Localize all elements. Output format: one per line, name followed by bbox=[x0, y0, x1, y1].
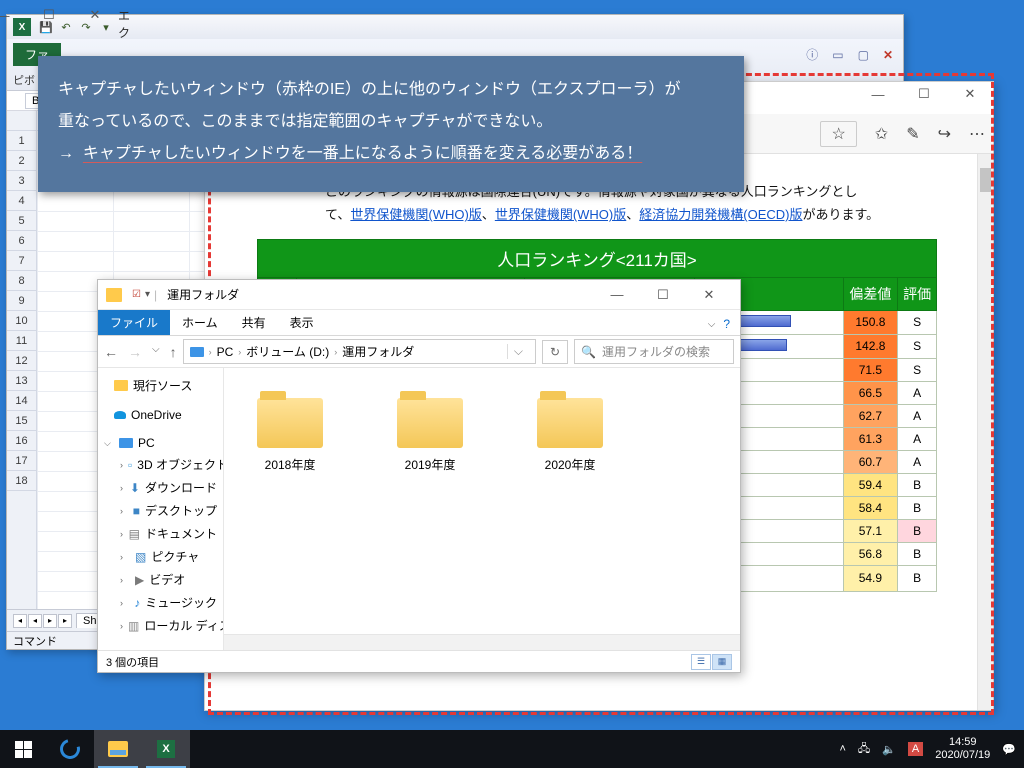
explorer-window: ☑▾ | 運用フォルダ — ☐ ✕ ファイル ホーム 共有 表示 ⌵? ← → … bbox=[97, 279, 741, 673]
excel-maximize-button[interactable]: ☐ bbox=[26, 3, 72, 27]
volume-icon[interactable]: 🔈 bbox=[882, 743, 896, 756]
more-icon[interactable]: ⋯ bbox=[969, 124, 985, 144]
edit-icon[interactable]: ✎ bbox=[906, 124, 919, 144]
forward-button[interactable]: → bbox=[128, 344, 142, 360]
folder-icon bbox=[106, 288, 122, 302]
ie-minimize-button[interactable]: — bbox=[855, 82, 901, 106]
help-icon[interactable]: ? bbox=[723, 317, 730, 331]
edge-icon bbox=[56, 735, 83, 762]
up-button[interactable]: ↑ bbox=[170, 344, 177, 360]
who-link-1[interactable]: 世界保健機関(WHO)版 bbox=[350, 207, 481, 222]
view-icons-icon[interactable]: ▦ bbox=[712, 654, 732, 670]
explorer-address-bar: ← → ⌵ ↑ › PC› ボリューム (D:)› 運用フォルダ ⌵ ↻ 🔍運用… bbox=[98, 336, 740, 368]
tree-pictures: ›▧ピクチャ bbox=[102, 545, 219, 568]
ime-icon[interactable]: A bbox=[908, 742, 923, 756]
search-icon: 🔍 bbox=[581, 345, 596, 359]
favorites-icon[interactable]: ✩ bbox=[875, 124, 888, 144]
nav-tree[interactable]: 現行ソース OneDrive ⌵PC ›▫3D オブジェクト ›⬇ダウンロード … bbox=[98, 368, 224, 650]
explorer-body: 現行ソース OneDrive ⌵PC ›▫3D オブジェクト ›⬇ダウンロード … bbox=[98, 368, 740, 650]
tree-documents: ›▤ドキュメント bbox=[102, 522, 219, 545]
folder-item[interactable]: 2018年度 bbox=[244, 398, 336, 473]
explorer-maximize-button[interactable]: ☐ bbox=[640, 283, 686, 307]
ribbon-help-icon[interactable]: ⓘ bbox=[806, 46, 818, 63]
table-title: 人口ランキング<211カ国> bbox=[258, 239, 937, 277]
row-headers: 123456789101112131415161718 bbox=[7, 111, 37, 609]
explorer-h-scrollbar[interactable] bbox=[224, 634, 740, 650]
exp-qat-check-icon[interactable]: ☑ bbox=[132, 289, 141, 300]
tab-view[interactable]: 表示 bbox=[278, 310, 326, 335]
tree-current: 現行ソース bbox=[102, 374, 219, 397]
explorer-minimize-button[interactable]: — bbox=[594, 283, 640, 307]
hdr-deviation: 偏差値 bbox=[843, 277, 898, 310]
tray-up-icon[interactable]: ˄ bbox=[839, 743, 845, 755]
folder-icon bbox=[397, 398, 463, 448]
breadcrumb[interactable]: › PC› ボリューム (D:)› 運用フォルダ ⌵ bbox=[183, 339, 536, 364]
network-icon[interactable]: 🖧 bbox=[858, 740, 870, 759]
tree-localdisk: ›▥ローカル ディスク (C bbox=[102, 614, 219, 637]
explorer-close-button[interactable]: ✕ bbox=[686, 283, 732, 307]
ie-close-button[interactable]: ✕ bbox=[947, 82, 993, 106]
ribbon-expand-icon[interactable]: ⌵ bbox=[708, 319, 716, 330]
breadcrumb-dropdown[interactable]: ⌵ bbox=[507, 344, 529, 359]
excel-qat: X 💾 ↶ ↷ ▾ エクセルだけで画面キャプチャ.xlsx - Microsof… bbox=[7, 15, 903, 39]
back-button[interactable]: ← bbox=[104, 344, 118, 360]
explorer-titlebar: ☑▾ | 運用フォルダ — ☐ ✕ bbox=[98, 280, 740, 310]
search-input[interactable]: 🔍運用フォルダの検索 bbox=[574, 339, 734, 364]
tree-pc: ⌵PC bbox=[102, 433, 219, 453]
ribbon-restore-icon[interactable]: ▢ bbox=[858, 48, 869, 62]
taskbar-excel[interactable]: X bbox=[142, 730, 190, 768]
explorer-icon bbox=[108, 741, 128, 757]
ie-maximize-button[interactable]: ☐ bbox=[901, 82, 947, 106]
tab-file[interactable]: ファイル bbox=[98, 310, 170, 335]
oecd-link[interactable]: 経済協力開発機構(OECD)版 bbox=[639, 207, 802, 222]
pivot-label: ピボ bbox=[13, 72, 35, 88]
taskbar-edge[interactable] bbox=[46, 730, 94, 768]
recent-dropdown[interactable]: ⌵ bbox=[152, 344, 160, 360]
tree-desktop: ›■デスクトップ bbox=[102, 499, 219, 522]
notifications-icon[interactable]: 💬 bbox=[1002, 743, 1016, 756]
tab-home[interactable]: ホーム bbox=[170, 310, 230, 335]
explorer-status-bar: 3 個の項目 ☰ ▦ bbox=[98, 650, 740, 672]
explorer-title: 運用フォルダ bbox=[167, 286, 239, 303]
excel-close-button[interactable]: ✕ bbox=[72, 3, 118, 27]
ie-scrollbar[interactable] bbox=[977, 154, 993, 710]
excel-minimize-button[interactable]: — bbox=[0, 3, 26, 27]
tab-share[interactable]: 共有 bbox=[230, 310, 278, 335]
folder-icon bbox=[257, 398, 323, 448]
view-details-icon[interactable]: ☰ bbox=[691, 654, 711, 670]
taskbar-explorer[interactable] bbox=[94, 730, 142, 768]
ribbon-controls: ⓘ ▭ ▢ ✕ bbox=[800, 43, 899, 66]
who-link-2[interactable]: 世界保健機関(WHO)版 bbox=[495, 207, 626, 222]
file-pane[interactable]: 2018年度 2019年度 2020年度 bbox=[224, 368, 740, 650]
tree-music: ›♪ミュージック bbox=[102, 591, 219, 614]
folder-icon bbox=[537, 398, 603, 448]
taskbar: X ˄ 🖧 🔈 A 14:592020/07/19 💬 bbox=[0, 730, 1024, 768]
tree-videos: ›▶ビデオ bbox=[102, 568, 219, 591]
favorite-button[interactable]: ☆ bbox=[820, 121, 856, 147]
pc-icon bbox=[190, 347, 204, 357]
ribbon-collapse-icon[interactable]: ▭ bbox=[832, 48, 843, 62]
folder-item[interactable]: 2019年度 bbox=[384, 398, 476, 473]
exp-qat-drop-icon[interactable]: ▾ bbox=[145, 289, 150, 300]
callout-overlay: キャプチャしたいウィンドウ（赤枠のIE）の上に他のウィンドウ（エクスプローラ）が… bbox=[38, 56, 744, 192]
folder-item[interactable]: 2020年度 bbox=[524, 398, 616, 473]
hdr-grade: 評価 bbox=[898, 277, 937, 310]
sheet-nav[interactable]: ◂◂▸▸ bbox=[13, 614, 72, 628]
tree-3d: ›▫3D オブジェクト bbox=[102, 453, 219, 476]
excel-icon: X bbox=[157, 740, 175, 758]
clock[interactable]: 14:592020/07/19 bbox=[935, 736, 990, 762]
explorer-tabs: ファイル ホーム 共有 表示 ⌵? bbox=[98, 310, 740, 336]
ribbon-close-icon[interactable]: ✕ bbox=[883, 48, 893, 62]
share-icon[interactable]: ↪ bbox=[938, 124, 951, 144]
tree-downloads: ›⬇ダウンロード bbox=[102, 476, 219, 499]
tree-onedrive: OneDrive bbox=[102, 405, 219, 425]
refresh-button[interactable]: ↻ bbox=[542, 340, 568, 364]
start-button[interactable] bbox=[0, 730, 46, 768]
